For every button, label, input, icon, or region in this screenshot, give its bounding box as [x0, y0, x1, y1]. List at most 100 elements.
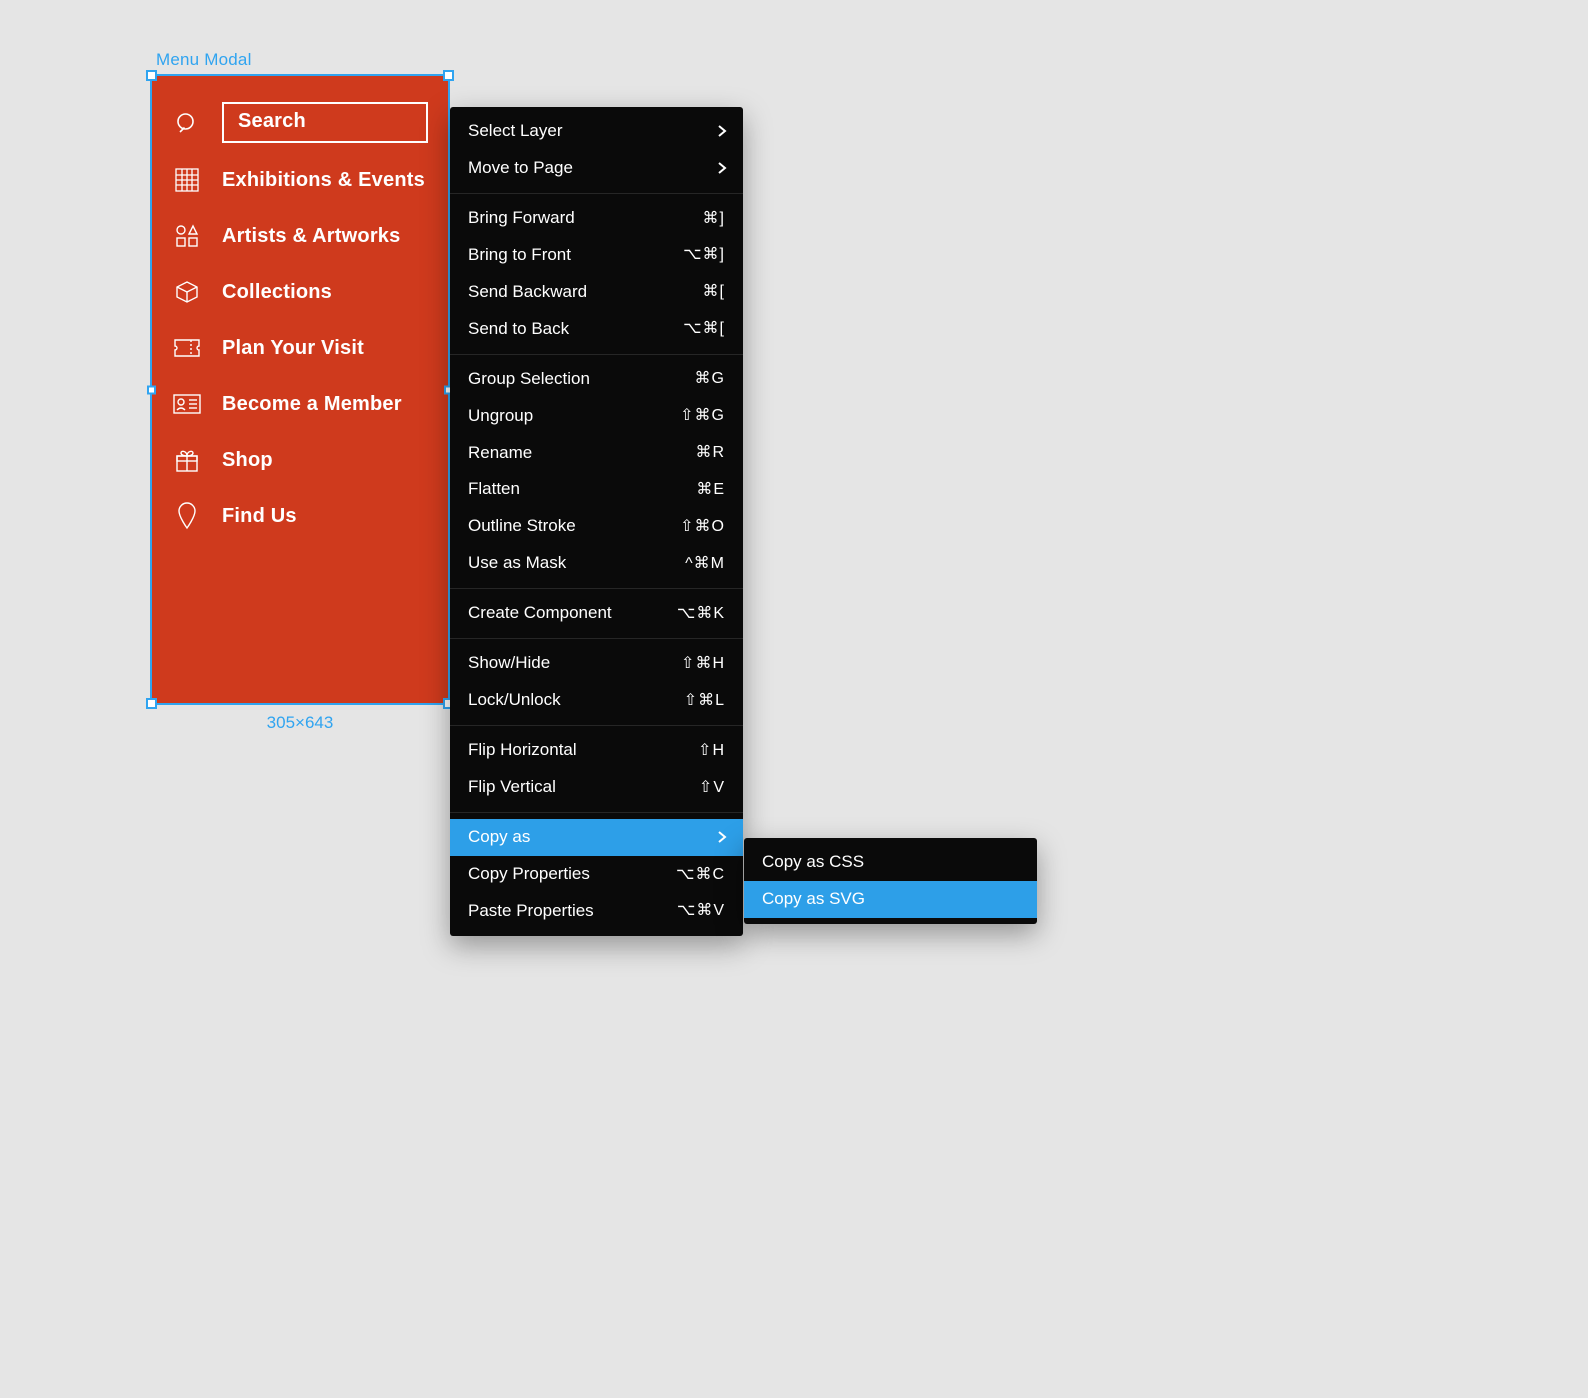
- menu-item-findus[interactable]: Find Us: [152, 489, 448, 545]
- menu-item-label: Search: [238, 110, 306, 132]
- context-submenu[interactable]: Copy as CSS Copy as SVG: [744, 838, 1037, 924]
- selection-dimensions: 305×643: [267, 713, 334, 733]
- ctx-flip-horizontal[interactable]: Flip Horizontal ⇧H: [450, 732, 743, 769]
- ctx-item-label: Select Layer: [468, 120, 563, 143]
- selection-handle[interactable]: [443, 70, 454, 81]
- ctx-shortcut: ⇧⌘O: [680, 516, 725, 538]
- ctx-shortcut: ⌥⌘K: [677, 603, 725, 625]
- ctx-flatten[interactable]: Flatten⌘E: [450, 471, 743, 508]
- menu-item-label: Artists & Artworks: [222, 225, 400, 248]
- ctx-shortcut: ⌘G: [695, 368, 725, 390]
- menu-item-visit[interactable]: Plan Your Visit: [152, 321, 448, 377]
- chevron-right-icon: [717, 124, 727, 138]
- ctx-rename[interactable]: Rename ⌘R: [450, 435, 743, 472]
- menu-item-label: Plan Your Visit: [222, 337, 364, 360]
- ctx-item-label: Paste Properties: [468, 900, 594, 923]
- ctx-item-label: Copy Properties: [468, 863, 590, 886]
- selected-frame[interactable]: Search Exhibitions & Events Artists & Ar…: [152, 76, 448, 703]
- pin-icon: [172, 501, 202, 531]
- ctx-outline-stroke[interactable]: Outline Stroke ⇧⌘O: [450, 508, 743, 545]
- selection-handle[interactable]: [146, 70, 157, 81]
- ctx-item-label: Lock/Unlock: [468, 689, 561, 712]
- ctx-lock-unlock[interactable]: Lock/Unlock ⇧⌘L: [450, 682, 743, 719]
- ctx-shortcut: ⌥⌘V: [677, 900, 725, 922]
- ctx-bring-to-front[interactable]: Bring to Front ⌥⌘]: [450, 237, 743, 274]
- ticket-icon: [172, 333, 202, 363]
- ctx-flip-vertical[interactable]: Flip Vertical ⇧V: [450, 769, 743, 806]
- ctx-section: Create Component ⌥⌘K: [450, 589, 743, 639]
- ctx-send-backward[interactable]: Send Backward⌘[: [450, 274, 743, 311]
- ctx-group[interactable]: Group Selection ⌘G: [450, 361, 743, 398]
- context-menu[interactable]: Select Layer Move to Page Bring Forward ⌘…: [450, 107, 743, 936]
- ctx-shortcut: ⇧H: [698, 740, 725, 762]
- selection-handle[interactable]: [147, 385, 156, 394]
- menu-item-label: Collections: [222, 281, 332, 304]
- ctx-section: Bring Forward ⌘] Bring to Front ⌥⌘] Send B…: [450, 194, 743, 355]
- ctx-copy-as-svg[interactable]: Copy as SVG: [744, 881, 1037, 918]
- ctx-shortcut: ⌘]: [703, 208, 725, 230]
- ctx-bring-forward[interactable]: Bring Forward ⌘]: [450, 200, 743, 237]
- ctx-item-label: Flatten: [468, 478, 520, 501]
- ctx-item-label: Move to Page: [468, 157, 573, 180]
- selection-handle[interactable]: [146, 698, 157, 709]
- ctx-section: Flip Horizontal ⇧H Flip Vertical ⇧V: [450, 726, 743, 813]
- ctx-shortcut: ⌥⌘[: [683, 318, 725, 340]
- ctx-create-component[interactable]: Create Component ⌥⌘K: [450, 595, 743, 632]
- cube-icon: [172, 277, 202, 307]
- ctx-item-label: Create Component: [468, 602, 612, 625]
- ctx-copy-properties[interactable]: Copy Properties ⌥⌘C: [450, 856, 743, 893]
- ctx-copy-as-css[interactable]: Copy as CSS: [744, 844, 1037, 881]
- ctx-section: Copy as Copy Properties ⌥⌘C Paste Propert…: [450, 813, 743, 936]
- ctx-item-label: Bring to Front: [468, 244, 571, 267]
- ctx-item-label: Bring Forward: [468, 207, 575, 230]
- calendar-icon: [172, 165, 202, 195]
- ctx-copy-as[interactable]: Copy as: [450, 819, 743, 856]
- ctx-item-label: Copy as SVG: [762, 888, 865, 911]
- chevron-right-icon: [717, 830, 727, 844]
- ctx-show-hide[interactable]: Show/Hide ⇧⌘H: [450, 645, 743, 682]
- search-icon: [172, 108, 202, 138]
- idcard-icon: [172, 389, 202, 419]
- ctx-paste-properties[interactable]: Paste Properties ⌥⌘V: [450, 893, 743, 930]
- menu-item-label: Exhibitions & Events: [222, 169, 425, 192]
- ctx-item-label: Copy as CSS: [762, 851, 864, 874]
- ctx-item-label: Flip Horizontal: [468, 739, 577, 762]
- ctx-shortcut: ⌥⌘C: [676, 864, 725, 886]
- chevron-right-icon: [717, 161, 727, 175]
- menu-item-label: Find Us: [222, 505, 297, 528]
- ctx-shortcut: ⇧⌘H: [681, 653, 725, 675]
- ctx-move-to-page[interactable]: Move to Page: [450, 150, 743, 187]
- ctx-item-label: Rename: [468, 442, 532, 465]
- ctx-shortcut: ^⌘M: [685, 553, 725, 575]
- ctx-item-label: Outline Stroke: [468, 515, 576, 538]
- ctx-shortcut: ⌘R: [695, 442, 725, 464]
- menu-item-shop[interactable]: Shop: [152, 433, 448, 489]
- menu-item-member[interactable]: Become a Member: [152, 377, 448, 433]
- ctx-shortcut: ⇧⌘G: [680, 405, 725, 427]
- ctx-item-label: Flip Vertical: [468, 776, 556, 799]
- menu-item-collections[interactable]: Collections: [152, 265, 448, 321]
- ctx-item-label: Send to Back: [468, 318, 569, 341]
- ctx-item-label: Show/Hide: [468, 652, 550, 675]
- ctx-section: Group Selection ⌘G Ungroup ⇧⌘G Rename ⌘R Fl…: [450, 355, 743, 590]
- ctx-shortcut: ⇧V: [699, 777, 725, 799]
- ctx-ungroup[interactable]: Ungroup ⇧⌘G: [450, 398, 743, 435]
- frame-label[interactable]: Menu Modal: [156, 50, 252, 70]
- ctx-item-label: Group Selection: [468, 368, 590, 391]
- ctx-shortcut: ⇧⌘L: [684, 690, 725, 712]
- menu-item-search[interactable]: Search: [152, 96, 448, 153]
- shapes-icon: [172, 221, 202, 251]
- ctx-item-label: Send Backward: [468, 281, 587, 304]
- menu-item-label: Become a Member: [222, 393, 402, 416]
- ctx-item-label: Ungroup: [468, 405, 533, 428]
- ctx-select-layer[interactable]: Select Layer: [450, 113, 743, 150]
- menu-item-exhibitions[interactable]: Exhibitions & Events: [152, 153, 448, 209]
- ctx-send-to-back[interactable]: Send to Back ⌥⌘[: [450, 311, 743, 348]
- ctx-item-label: Copy as: [468, 826, 530, 849]
- menu-item-artists[interactable]: Artists & Artworks: [152, 209, 448, 265]
- gift-icon: [172, 445, 202, 475]
- ctx-use-as-mask[interactable]: Use as Mask ^⌘M: [450, 545, 743, 582]
- menu-item-label: Shop: [222, 449, 273, 472]
- ctx-shortcut: ⌥⌘]: [683, 244, 725, 266]
- ctx-item-label: Use as Mask: [468, 552, 566, 575]
